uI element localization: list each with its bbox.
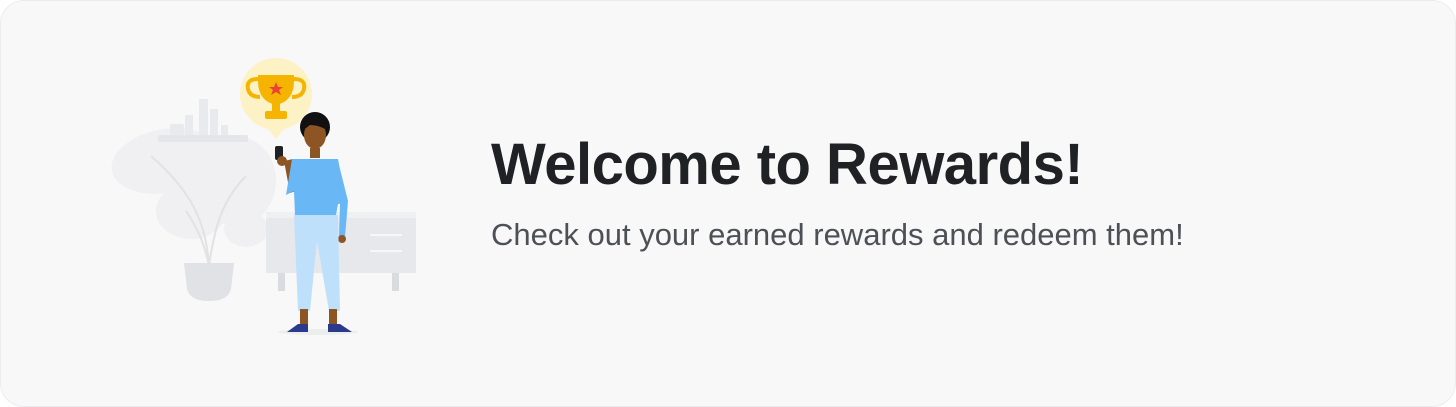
rewards-illustration <box>96 51 436 351</box>
wall-shelf <box>158 99 248 142</box>
rewards-illustration-svg <box>111 58 416 335</box>
welcome-text: Welcome to Rewards! Check out your earne… <box>491 129 1411 255</box>
welcome-banner-card: Welcome to Rewards! Check out your earne… <box>0 0 1456 407</box>
page-subtitle: Check out your earned rewards and redeem… <box>491 217 1184 252</box>
page-title: Welcome to Rewards! <box>491 132 1084 197</box>
plant-pot <box>184 263 234 301</box>
